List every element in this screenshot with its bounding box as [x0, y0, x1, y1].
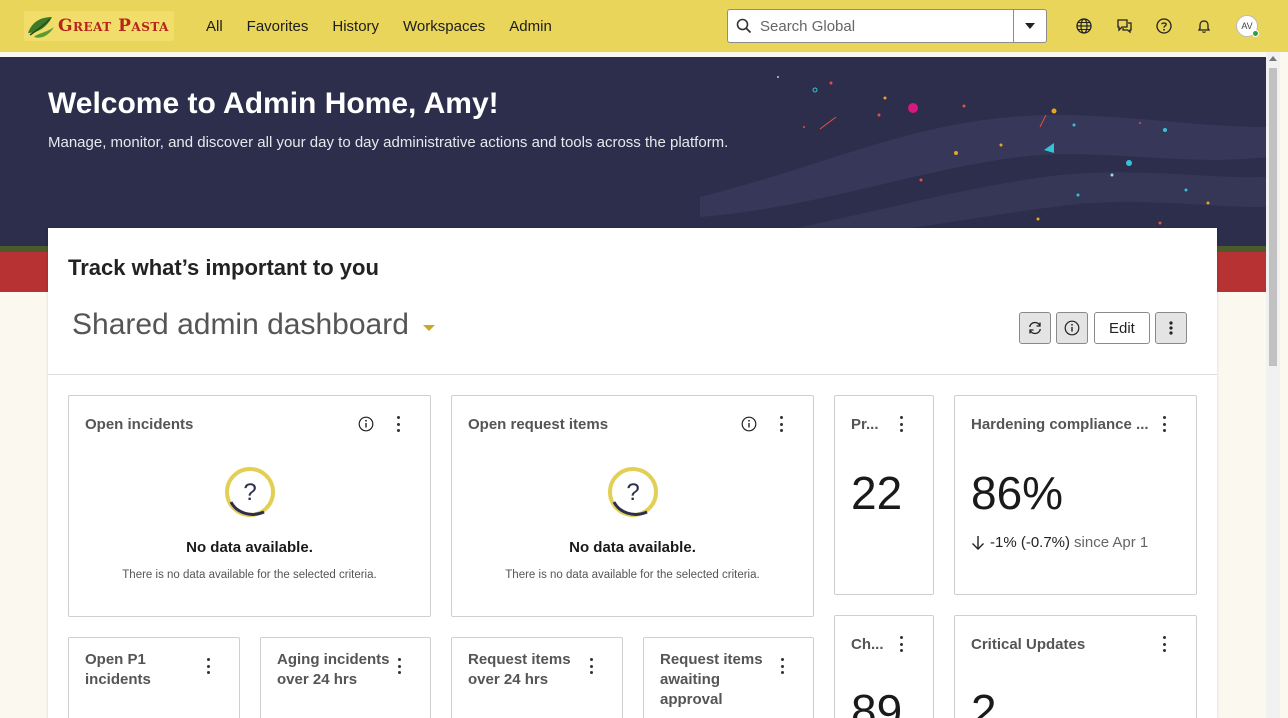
basil-leaf-icon [28, 17, 54, 38]
widget-title: Critical Updates [971, 636, 1086, 653]
confetti-decoration [700, 76, 1266, 246]
widget-title: Pr... [851, 416, 879, 433]
metric-value: 86% [971, 467, 1064, 519]
top-nav: Great Pasta All Favorites History Worksp… [0, 0, 1288, 52]
widget-hardening-compliance[interactable]: Hardening compliance ... 86% -1% (-0.7%)… [954, 395, 1197, 595]
metric-trend: -1% (-0.7%) since Apr 1 [971, 534, 1148, 551]
widget-menu-icon[interactable] [397, 658, 401, 674]
nav-admin[interactable]: Admin [509, 18, 552, 35]
global-search [727, 9, 1047, 43]
trend-since: since Apr 1 [1074, 534, 1149, 551]
widget-menu-icon[interactable] [899, 416, 903, 432]
nav-workspaces[interactable]: Workspaces [403, 18, 485, 35]
avatar-initials: AV [1241, 21, 1253, 31]
widget-aging-incidents[interactable]: Aging incidents over 24 hrs [260, 637, 431, 718]
refresh-button[interactable] [1019, 312, 1051, 344]
dashboard-card: Track what’s important to you Shared adm… [48, 228, 1217, 718]
brand-logo[interactable]: Great Pasta [24, 11, 174, 41]
widget-title: Ch... [851, 636, 884, 653]
widget-menu-icon[interactable] [396, 416, 400, 432]
caret-down-icon [1025, 23, 1035, 29]
widget-request-items-24[interactable]: Request items over 24 hrs [451, 637, 623, 718]
widget-title: Open request items [468, 416, 609, 433]
refresh-icon [1029, 321, 1041, 335]
widget-title: Aging incidents over 24 hrs [277, 651, 390, 688]
bell-icon[interactable] [1184, 12, 1224, 40]
hero-banner: Welcome to Admin Home, Amy! Manage, moni… [0, 57, 1266, 246]
header-actions [1064, 12, 1224, 40]
search-input[interactable] [760, 17, 1010, 35]
svg-text:?: ? [243, 479, 256, 506]
nav-all[interactable]: All [206, 18, 223, 35]
no-data-title: No data available. [186, 539, 313, 556]
page-title: Welcome to Admin Home, Amy! [48, 87, 499, 120]
widget-title: Open P1 incidents [85, 651, 151, 688]
widget-open-request-items[interactable]: Open request items ? No data available. … [451, 395, 814, 617]
metric-value: 89 [851, 685, 903, 718]
widget-open-p1-incidents[interactable]: Open P1 incidents [68, 637, 240, 718]
widget-ch[interactable]: Ch... 89 [834, 615, 934, 718]
widget-menu-icon[interactable] [589, 658, 593, 674]
no-data-title: No data available. [569, 539, 696, 556]
user-avatar[interactable]: AV [1236, 15, 1259, 37]
more-options-button[interactable] [1154, 312, 1187, 344]
arrow-down-icon [972, 535, 984, 550]
widget-menu-icon[interactable] [1162, 416, 1166, 432]
search-scope-dropdown[interactable] [1013, 10, 1046, 42]
brand-name: Great Pasta [58, 16, 169, 36]
dashboard-name: Shared admin dashboard [72, 308, 409, 341]
page-scrollbar[interactable] [1266, 52, 1280, 718]
more-vertical-icon [1169, 321, 1173, 335]
page-subtitle: Manage, monitor, and discover all your d… [48, 134, 729, 151]
info-icon[interactable] [358, 416, 374, 432]
info-icon[interactable] [741, 416, 757, 432]
widget-menu-icon[interactable] [1162, 636, 1166, 652]
widget-pr[interactable]: Pr... 22 [834, 395, 934, 595]
widget-request-items-approval[interactable]: Request items awaiting approval [643, 637, 814, 718]
widget-critical-updates[interactable]: Critical Updates 2 [954, 615, 1197, 718]
svg-text:?: ? [626, 479, 639, 506]
card-heading: Track what’s important to you [68, 255, 379, 280]
help-icon[interactable] [1144, 12, 1184, 40]
widget-title: Request items over 24 hrs [468, 651, 571, 688]
widget-menu-icon[interactable] [779, 416, 783, 432]
info-button[interactable] [1056, 312, 1088, 344]
widget-title: Hardening compliance ... [971, 416, 1149, 433]
widget-title: Request items awaiting approval [660, 651, 763, 708]
trend-value: -1% (-0.7%) [990, 534, 1071, 551]
info-icon [1064, 320, 1080, 336]
scroll-up-arrow-icon[interactable] [1269, 56, 1277, 61]
edit-button[interactable]: Edit [1094, 312, 1150, 344]
widget-menu-icon[interactable] [899, 636, 903, 652]
chat-icon[interactable] [1104, 12, 1144, 40]
metric-value: 2 [971, 685, 997, 718]
dashboard-selector[interactable]: Shared admin dashboard [72, 308, 435, 342]
no-data-question-icon: ? [608, 467, 658, 517]
search-icon [728, 10, 760, 42]
nav-favorites[interactable]: Favorites [247, 18, 309, 35]
chevron-down-icon [422, 325, 435, 331]
scrollbar-thumb[interactable] [1269, 68, 1277, 366]
no-data-question-icon: ? [225, 467, 275, 517]
dashboard-toolbar: Edit [1019, 312, 1187, 344]
primary-nav: All Favorites History Workspaces Admin [206, 0, 576, 52]
metric-value: 22 [851, 467, 903, 519]
no-data-subtitle: There is no data available for the selec… [122, 569, 377, 581]
widget-open-incidents[interactable]: Open incidents ? No data available. Ther… [68, 395, 431, 617]
presence-indicator [1252, 30, 1259, 37]
widget-menu-icon[interactable] [780, 658, 784, 674]
widget-menu-icon[interactable] [206, 658, 210, 674]
globe-icon[interactable] [1064, 12, 1104, 40]
card-divider [48, 374, 1217, 375]
widget-title: Open incidents [85, 416, 194, 433]
nav-history[interactable]: History [332, 18, 379, 35]
no-data-subtitle: There is no data available for the selec… [505, 569, 760, 581]
